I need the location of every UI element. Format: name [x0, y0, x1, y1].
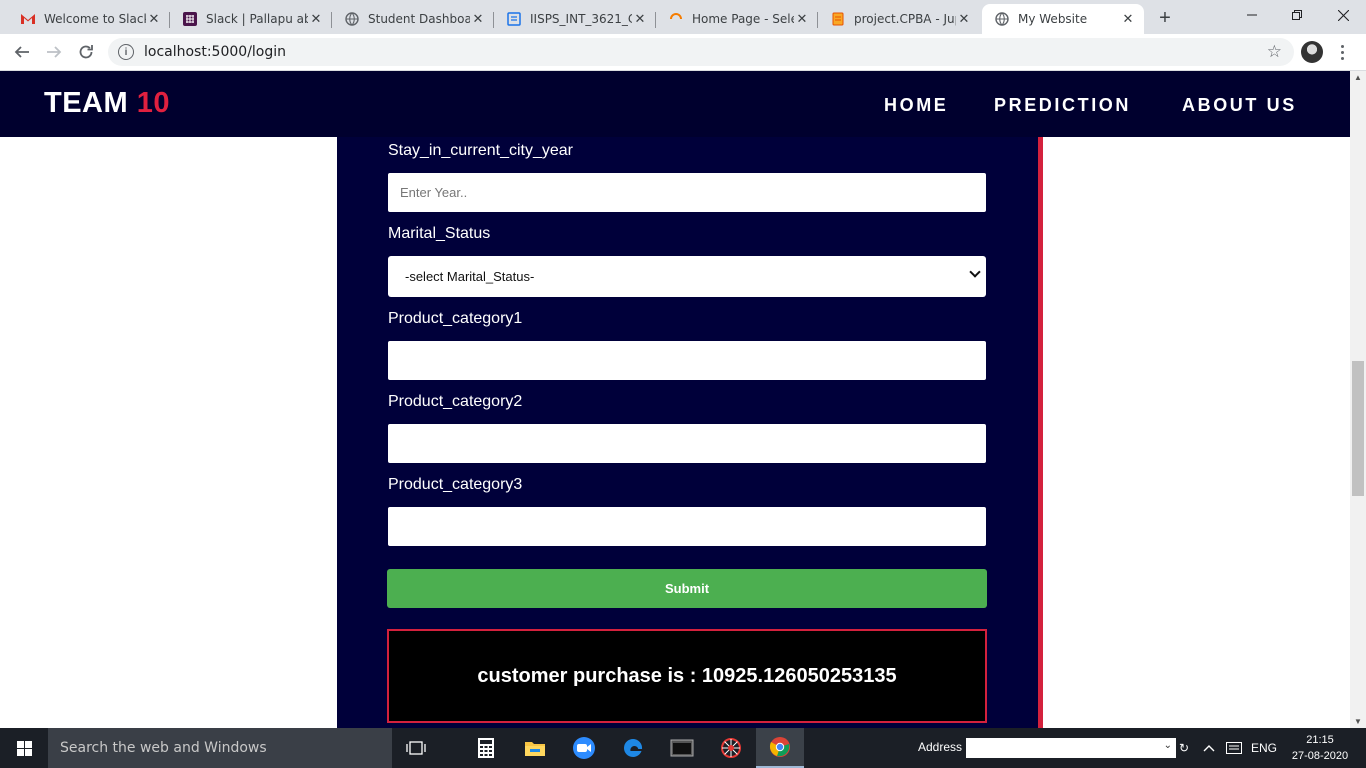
stay-input[interactable]: Enter Year.. — [388, 173, 986, 212]
stay-label: Stay_in_current_city_year — [388, 142, 573, 159]
close-icon[interactable]: ✕ — [146, 11, 162, 27]
file-explorer-icon[interactable] — [511, 728, 559, 768]
marital-label: Marital_Status — [388, 225, 491, 242]
calculator-icon[interactable] — [462, 728, 510, 768]
profile-avatar[interactable] — [1301, 41, 1323, 63]
tab-jupyter[interactable]: project.CPBA - Jup ✕ — [818, 4, 980, 34]
loading-icon — [668, 11, 684, 27]
close-icon[interactable]: ✕ — [1120, 11, 1136, 27]
site-navbar: TEAM 10 HOME PREDICTION ABOUT US — [0, 71, 1350, 137]
close-icon[interactable]: ✕ — [794, 11, 810, 27]
task-view-icon[interactable] — [392, 728, 440, 768]
marital-selected-value: -select Marital_Status- — [405, 269, 535, 284]
language-indicator[interactable]: ENG — [1251, 728, 1277, 768]
close-icon[interactable]: ✕ — [632, 11, 648, 27]
prediction-form: Stay_in_current_city_year Enter Year.. M… — [337, 137, 1043, 728]
close-window-icon[interactable] — [1320, 0, 1366, 30]
minimize-icon[interactable] — [1229, 0, 1275, 30]
browser-tab-strip: Welcome to Slack! ✕ Slack | Pallapu abh … — [0, 0, 1366, 34]
address-toolbar-label: Address — [918, 740, 963, 754]
address-bar[interactable]: i localhost:5000/login ☆ — [108, 38, 1294, 66]
page-scrollbar[interactable]: ▲ ▼ — [1350, 71, 1366, 728]
url-text: localhost:5000/login — [144, 44, 287, 60]
tab-title: Home Page - Selec — [692, 12, 794, 26]
nav-prediction[interactable]: PREDICTION — [994, 95, 1131, 116]
tab-slack[interactable]: Slack | Pallapu abh ✕ — [170, 4, 332, 34]
product-category1-label: Product_category1 — [388, 310, 523, 327]
chevron-up-icon[interactable] — [1203, 728, 1215, 768]
slack-icon — [182, 11, 198, 27]
nav-about-us[interactable]: ABOUT US — [1182, 95, 1297, 116]
tab-iisps[interactable]: IISPS_INT_3621_Co ✕ — [494, 4, 656, 34]
close-icon[interactable]: ✕ — [956, 11, 972, 27]
prediction-result: customer purchase is : 10925.12605025313… — [387, 629, 987, 723]
tab-title: project.CPBA - Jup — [854, 12, 956, 26]
zoom-icon[interactable] — [560, 728, 608, 768]
browser-toolbar: i localhost:5000/login ☆ — [0, 34, 1366, 71]
tab-title: Student Dashboard — [368, 12, 470, 26]
result-text: customer purchase is : 10925.12605025313… — [477, 664, 897, 687]
more-menu-icon[interactable] — [1334, 41, 1350, 63]
product-category2-input[interactable] — [388, 424, 986, 463]
taskbar-clock[interactable]: 21:15 27-08-2020 — [1288, 732, 1352, 764]
tab-title: Welcome to Slack! — [44, 12, 146, 26]
spider-app-icon[interactable] — [707, 728, 755, 768]
scroll-down-icon[interactable]: ▼ — [1354, 717, 1362, 726]
marital-select[interactable]: -select Marital_Status- — [388, 256, 986, 297]
tab-title: Slack | Pallapu abh — [206, 12, 308, 26]
chrome-icon[interactable] — [756, 728, 804, 768]
back-arrow-icon[interactable] — [10, 40, 34, 64]
product-category3-label: Product_category3 — [388, 476, 523, 493]
terminal-icon[interactable] — [658, 728, 706, 768]
product-category1-input[interactable] — [388, 341, 986, 380]
taskbar-search[interactable]: Search the web and Windows — [48, 728, 392, 768]
product-category2-label: Product_category2 — [388, 393, 523, 410]
reload-icon[interactable] — [74, 40, 98, 64]
tab-home-page[interactable]: Home Page - Selec ✕ — [656, 4, 818, 34]
scrollbar-thumb[interactable] — [1352, 361, 1364, 496]
nav-home[interactable]: HOME — [884, 95, 948, 116]
brand-number: 10 — [136, 87, 170, 119]
clock-time: 21:15 — [1306, 734, 1334, 746]
scroll-up-icon[interactable]: ▲ — [1354, 73, 1362, 82]
notebook-icon — [830, 11, 846, 27]
chevron-down-icon — [969, 266, 981, 278]
tab-student-dashboard[interactable]: Student Dashboard ✕ — [332, 4, 494, 34]
address-toolbar-input[interactable]: ⌄ — [966, 738, 1176, 758]
site-logo[interactable]: TEAM 10 — [44, 87, 170, 120]
refresh-icon[interactable]: ↻ — [1179, 728, 1189, 768]
globe-icon — [344, 11, 360, 27]
restore-icon[interactable] — [1274, 0, 1320, 30]
new-tab-button[interactable]: + — [1153, 6, 1177, 30]
doc-icon — [506, 11, 522, 27]
tab-title: My Website — [1018, 12, 1088, 26]
keyboard-icon[interactable] — [1226, 728, 1242, 768]
chevron-down-icon[interactable]: ⌄ — [1164, 740, 1172, 751]
clock-date: 27-08-2020 — [1291, 750, 1349, 762]
close-icon[interactable]: ✕ — [470, 11, 486, 27]
start-button[interactable] — [0, 728, 48, 768]
windows-logo-icon — [16, 740, 32, 756]
star-icon[interactable]: ☆ — [1267, 42, 1282, 62]
tab-my-website[interactable]: My Website ✕ — [982, 4, 1144, 34]
gmail-icon — [20, 11, 36, 27]
submit-button[interactable]: Submit — [387, 569, 987, 608]
info-icon[interactable]: i — [118, 44, 134, 60]
tab-title: IISPS_INT_3621_Co — [530, 12, 632, 26]
forward-arrow-icon[interactable] — [42, 40, 66, 64]
brand-text: TEAM — [44, 87, 129, 119]
close-icon[interactable]: ✕ — [308, 11, 324, 27]
globe-icon — [994, 11, 1010, 27]
product-category3-input[interactable] — [388, 507, 986, 546]
edge-icon[interactable] — [609, 728, 657, 768]
tab-gmail[interactable]: Welcome to Slack! ✕ — [8, 4, 170, 34]
windows-taskbar: Search the web and Windows Address ⌄ ↻ E… — [0, 728, 1366, 768]
page-viewport: TEAM 10 HOME PREDICTION ABOUT US Stay_in… — [0, 71, 1350, 728]
